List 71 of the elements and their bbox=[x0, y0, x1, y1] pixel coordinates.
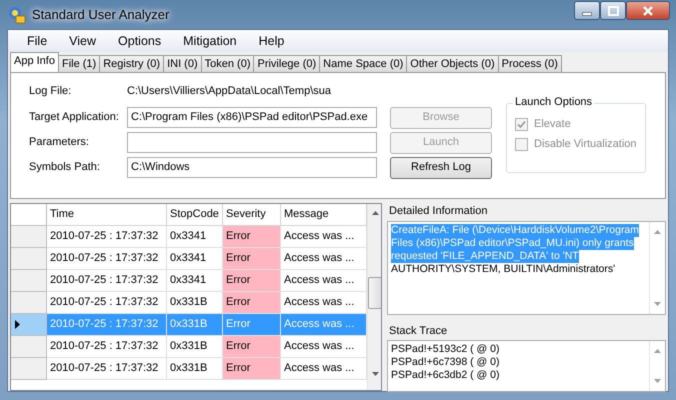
field-label: Target Application: bbox=[29, 110, 120, 124]
table-row[interactable]: 2010-07-25 : 17:37:32 0x3341 Error Access was ... bbox=[11, 270, 367, 292]
checkbox-label: Elevate bbox=[534, 118, 571, 132]
table-cell: Error bbox=[223, 358, 281, 380]
column-header: Message bbox=[281, 204, 367, 226]
stack-trace-line: PSPad!+6c7398 ( @ 0) bbox=[391, 356, 500, 370]
scroll-thumb[interactable] bbox=[368, 277, 382, 309]
table-row[interactable]: 2010-07-25 : 17:37:32 0x331B Error Access was ... bbox=[11, 336, 367, 358]
tab[interactable]: Name Space (0) bbox=[319, 55, 408, 72]
table-cell: 0x331B bbox=[167, 314, 223, 336]
section-label: Stack Trace bbox=[388, 324, 448, 340]
minimize-icon bbox=[582, 12, 592, 16]
tab[interactable]: INI (0) bbox=[163, 55, 202, 72]
table-cell: 2010-07-25 : 17:37:32 bbox=[47, 358, 167, 380]
menu-item[interactable]: File bbox=[16, 34, 58, 48]
maximize-icon bbox=[608, 6, 618, 16]
tab[interactable]: Token (0) bbox=[200, 55, 254, 72]
table-cell: 2010-07-25 : 17:37:32 bbox=[47, 314, 167, 336]
scrollbar[interactable] bbox=[367, 204, 382, 390]
tab[interactable]: Registry (0) bbox=[99, 55, 164, 72]
group-title: Launch Options bbox=[513, 96, 594, 110]
app-icon bbox=[8, 6, 26, 24]
stack-trace-line: PSPad!+5193c2 ( @ 0) bbox=[391, 343, 500, 356]
table-cell: 2010-07-25 : 17:37:32 bbox=[47, 248, 167, 270]
minimize-button[interactable] bbox=[574, 1, 600, 20]
tab[interactable]: App Info bbox=[10, 52, 59, 72]
scroll-up-icon[interactable] bbox=[654, 349, 661, 354]
table-cell: Error bbox=[223, 226, 281, 248]
tab[interactable]: Other Objects (0) bbox=[406, 55, 499, 72]
table-cell: Error bbox=[223, 248, 281, 270]
input-field[interactable]: C:\Windows bbox=[127, 157, 377, 178]
field-label: Symbols Path: bbox=[29, 160, 101, 174]
button[interactable]: Refresh Log bbox=[390, 157, 492, 179]
tab[interactable]: Process (0) bbox=[498, 55, 562, 72]
field-label: Parameters: bbox=[29, 136, 90, 150]
scroll-down-icon[interactable] bbox=[654, 379, 661, 384]
scroll-up-icon[interactable] bbox=[372, 211, 379, 215]
table-cell: Error bbox=[223, 270, 281, 292]
column-header: Severity bbox=[223, 204, 281, 226]
tab[interactable]: File (1) bbox=[58, 55, 100, 72]
window-title: Standard User Analyzer bbox=[32, 6, 170, 22]
input-field[interactable] bbox=[127, 132, 377, 153]
row-header[interactable] bbox=[11, 314, 47, 336]
menu-item[interactable]: Help bbox=[248, 34, 296, 48]
maximize-button[interactable] bbox=[600, 1, 626, 20]
table-cell: Error bbox=[223, 292, 281, 314]
tab[interactable]: Privilege (0) bbox=[253, 55, 320, 72]
table-row[interactable]: 2010-07-25 : 17:37:32 0x331B Error Access was ... bbox=[11, 358, 367, 380]
table-row[interactable]: 2010-07-25 : 17:37:32 0x3341 Error Access was ... bbox=[11, 248, 367, 270]
table-cell: Error bbox=[223, 314, 281, 336]
row-pointer-icon bbox=[15, 320, 20, 329]
column-header: StopCode bbox=[167, 204, 223, 226]
table-row[interactable]: 2010-07-25 : 17:37:32 0x3341 Error Access was ... bbox=[11, 226, 367, 248]
close-icon bbox=[643, 6, 653, 16]
menu-item[interactable]: View bbox=[58, 34, 108, 48]
table-cell: 2010-07-25 : 17:37:32 bbox=[47, 336, 167, 358]
table-cell: Access was ... bbox=[281, 314, 367, 336]
stack-trace-line: PSPad!+6c3db2 ( @ 0) bbox=[391, 369, 500, 382]
close-button[interactable] bbox=[626, 1, 670, 20]
table-cell: 2010-07-25 : 17:37:32 bbox=[47, 226, 167, 248]
section-label: Detailed Information bbox=[388, 204, 488, 219]
table-cell: Error bbox=[223, 336, 281, 358]
input-field[interactable]: C:\Program Files (x86)\PSPad editor\PSPad.exe bbox=[127, 107, 377, 128]
field-label: Log File: bbox=[29, 85, 72, 99]
checkbox-label: Disable Virtualization bbox=[534, 138, 637, 152]
menu-item[interactable]: Mitigation bbox=[172, 34, 248, 48]
log-file-path: C:\Users\Villiers\AppData\Local\Temp\sua bbox=[127, 85, 331, 99]
table-cell: 2010-07-25 : 17:37:32 bbox=[47, 270, 167, 292]
column-header: Time bbox=[47, 204, 167, 226]
scroll-down-icon[interactable] bbox=[372, 372, 379, 376]
menu-item[interactable]: Options bbox=[107, 34, 172, 48]
